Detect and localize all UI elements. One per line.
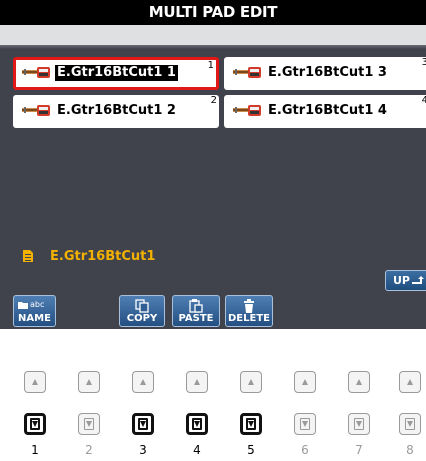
hw-down-button-4[interactable] <box>186 413 208 435</box>
pad-4[interactable]: 4 E.Gtr16BtCut1 4 <box>224 95 426 128</box>
paste-icon <box>189 299 203 313</box>
triangle-down-icon <box>86 421 92 427</box>
copy-button[interactable]: COPY <box>119 295 165 327</box>
return-arrow-icon <box>412 276 424 284</box>
name-sub-label: abc <box>30 300 45 309</box>
triangle-up-icon <box>302 379 308 385</box>
triangle-down-icon <box>32 421 38 427</box>
lcd-screen: MULTI PAD EDIT 1 E.Gtr16BtCut1 1 3 E.Gtr… <box>0 0 426 329</box>
triangle-up-icon <box>140 379 146 385</box>
triangle-up-icon <box>356 379 362 385</box>
hw-up-button-1[interactable] <box>24 371 46 393</box>
hw-down-button-3[interactable] <box>132 413 154 435</box>
hw-up-button-5[interactable] <box>240 371 262 393</box>
hw-down-button-8[interactable] <box>399 413 421 435</box>
name-label: NAME <box>18 313 51 324</box>
triangle-up-icon <box>194 379 200 385</box>
file-icon <box>23 250 33 262</box>
up-label: UP <box>393 274 410 287</box>
hw-up-button-8[interactable] <box>399 371 421 393</box>
hw-up-button-4[interactable] <box>186 371 208 393</box>
bank-name: E.Gtr16BtCut1 <box>50 249 156 264</box>
guitar-icon <box>233 105 261 116</box>
triangle-up-icon <box>407 379 413 385</box>
pad-name: E.Gtr16BtCut1 1 <box>55 65 178 81</box>
page-title: MULTI PAD EDIT <box>0 0 426 25</box>
triangle-down-icon <box>140 421 146 427</box>
triangle-down-icon <box>356 421 362 427</box>
delete-button[interactable]: DELETE <box>225 295 273 327</box>
copy-label: COPY <box>126 313 158 324</box>
trash-icon <box>244 299 254 313</box>
hw-up-button-3[interactable] <box>132 371 154 393</box>
hw-number-2: 2 <box>85 443 93 457</box>
pad-name: E.Gtr16BtCut1 4 <box>268 103 387 118</box>
hw-down-button-6[interactable] <box>294 413 316 435</box>
hw-number-7: 7 <box>355 443 363 457</box>
hw-number-4: 4 <box>193 443 201 457</box>
pad-number: 2 <box>210 95 217 106</box>
name-button[interactable]: abc NAME <box>13 295 56 327</box>
hw-down-button-1[interactable] <box>24 413 46 435</box>
hw-down-button-2[interactable] <box>78 413 100 435</box>
paste-label: PASTE <box>178 313 214 324</box>
triangle-up-icon <box>32 379 38 385</box>
triangle-down-icon <box>194 421 200 427</box>
hw-number-1: 1 <box>31 443 39 457</box>
header-shadow <box>0 45 426 49</box>
delete-label: DELETE <box>228 313 270 324</box>
pad-number: 1 <box>207 60 214 71</box>
guitar-icon <box>22 105 50 116</box>
guitar-icon <box>233 67 261 78</box>
hw-number-3: 3 <box>139 443 147 457</box>
hw-up-button-6[interactable] <box>294 371 316 393</box>
pad-2[interactable]: 2 E.Gtr16BtCut1 2 <box>13 95 219 128</box>
pad-1[interactable]: 1 E.Gtr16BtCut1 1 <box>13 57 219 90</box>
triangle-down-icon <box>248 421 254 427</box>
folder-icon <box>18 302 28 309</box>
hw-number-5: 5 <box>247 443 255 457</box>
hw-down-button-5[interactable] <box>240 413 262 435</box>
hw-up-button-7[interactable] <box>348 371 370 393</box>
guitar-icon <box>22 67 50 78</box>
triangle-up-icon <box>86 379 92 385</box>
pad-number: 3 <box>421 57 426 68</box>
triangle-up-icon <box>248 379 254 385</box>
pad-name: E.Gtr16BtCut1 2 <box>57 103 176 118</box>
copy-icon <box>135 299 149 313</box>
triangle-down-icon <box>302 421 308 427</box>
pad-number: 4 <box>421 95 426 106</box>
pad-name: E.Gtr16BtCut1 3 <box>268 65 387 80</box>
hw-down-button-7[interactable] <box>348 413 370 435</box>
hw-number-6: 6 <box>301 443 309 457</box>
hw-number-8: 8 <box>406 443 414 457</box>
up-button[interactable]: UP <box>385 270 426 291</box>
paste-button[interactable]: PASTE <box>172 295 220 327</box>
triangle-down-icon <box>407 421 413 427</box>
pad-3[interactable]: 3 E.Gtr16BtCut1 3 <box>224 57 426 90</box>
hw-up-button-2[interactable] <box>78 371 100 393</box>
header-strip <box>0 25 426 45</box>
